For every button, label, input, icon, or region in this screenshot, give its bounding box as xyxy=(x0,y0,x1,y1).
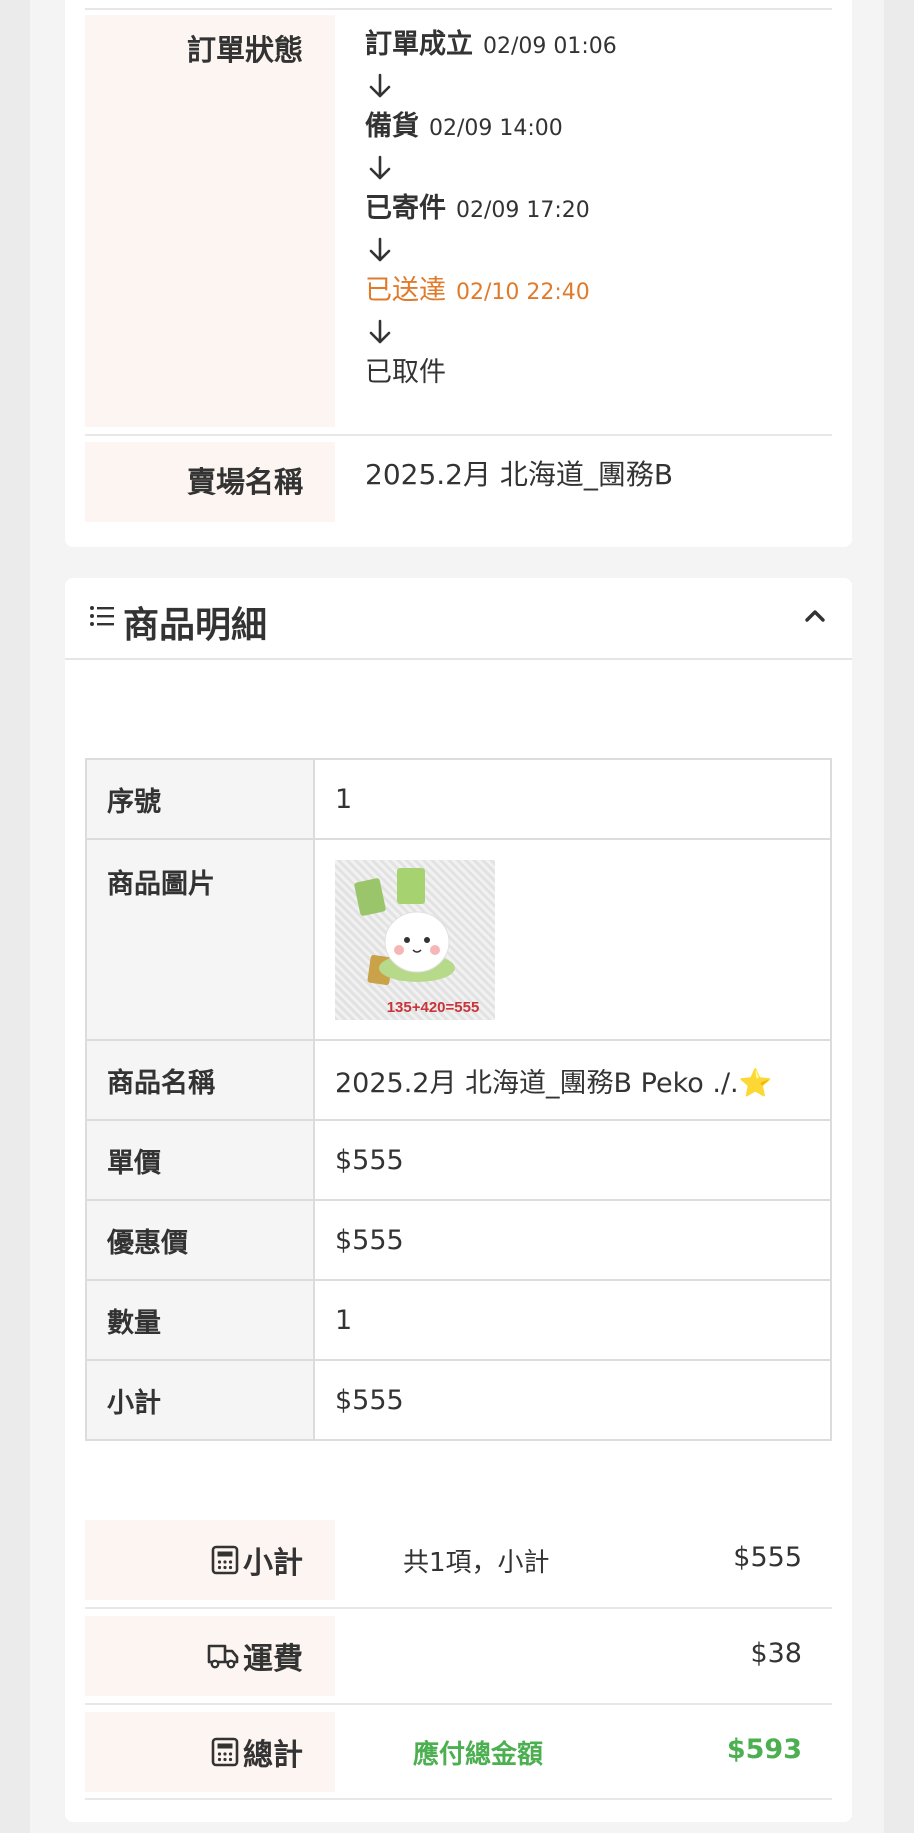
product-details-header[interactable]: 商品明細 xyxy=(65,578,852,660)
summary-subtotal-desc: 共1項，小計 xyxy=(403,1548,550,1578)
summary-subtotal-label: 小計 xyxy=(85,1520,335,1600)
image-label: 商品圖片 xyxy=(85,838,315,1041)
image-cell: 135+420=555 xyxy=(313,838,832,1041)
unit-price-value: $555 xyxy=(313,1119,832,1201)
product-name-value: 2025.2月 北海道_團務B Peko ./.⭐ xyxy=(313,1039,832,1121)
chevron-up-icon[interactable] xyxy=(804,608,826,628)
summary-total-desc: 應付總金額 xyxy=(413,1740,544,1770)
table-row: 序號 1 xyxy=(85,758,832,840)
arrow-down-icon xyxy=(365,60,617,112)
summary-label-text: 運費 xyxy=(243,1642,303,1677)
product-image-caption: 135+420=555 xyxy=(387,999,480,1016)
status-step-time: 02/09 01:06 xyxy=(483,34,617,59)
product-details-card: 商品明細 序號 1 商品圖片 135+420=555 商品名稱 2025.2月 … xyxy=(65,578,852,1822)
quantity-label: 數量 xyxy=(85,1279,315,1361)
status-step-shipped: 已寄件 02/09 17:20 xyxy=(365,194,617,224)
status-step-preparing: 備貨 02/09 14:00 xyxy=(365,112,617,142)
divider xyxy=(85,1703,832,1705)
table-row: 小計 $555 xyxy=(85,1359,832,1441)
product-photo: 135+420=555 xyxy=(354,868,480,1016)
product-name-label: 商品名稱 xyxy=(85,1039,315,1121)
summary-label-text: 總計 xyxy=(243,1738,303,1773)
divider xyxy=(85,434,832,436)
order-info-card: 訂單狀態 訂單成立 02/09 01:06 備貨 02/09 14:00 已寄件… xyxy=(65,0,852,547)
arrow-down-icon xyxy=(365,224,617,276)
calculator-icon xyxy=(211,1737,239,1767)
arrow-down-icon xyxy=(365,142,617,194)
table-row: 商品名稱 2025.2月 北海道_團務B Peko ./.⭐ xyxy=(85,1039,832,1121)
status-step-name: 備貨 xyxy=(365,111,419,142)
summary-shipping-label: 運費 xyxy=(85,1616,335,1696)
status-step-picked-up: 已取件 xyxy=(365,358,617,388)
seq-label: 序號 xyxy=(85,758,315,840)
arrow-down-icon xyxy=(365,306,617,358)
status-step-time: 02/09 14:00 xyxy=(429,116,563,141)
store-name-value: 2025.2月 北海道_團務B xyxy=(365,458,674,491)
status-step-name: 已取件 xyxy=(365,357,446,388)
order-status-label: 訂單狀態 xyxy=(85,15,335,427)
discount-price-label: 優惠價 xyxy=(85,1199,315,1281)
summary-total-amount: $593 xyxy=(726,1734,802,1765)
subtotal-label: 小計 xyxy=(85,1359,315,1441)
divider xyxy=(85,1607,832,1609)
divider xyxy=(85,1798,832,1800)
divider xyxy=(85,8,832,10)
status-step-delivered: 已送達 02/10 22:40 xyxy=(365,276,617,306)
table-row: 單價 $555 xyxy=(85,1119,832,1201)
order-status-timeline: 訂單成立 02/09 01:06 備貨 02/09 14:00 已寄件 02/0… xyxy=(365,30,617,388)
summary-shipping-amount: $38 xyxy=(750,1638,802,1669)
summary-subtotal-amount: $555 xyxy=(733,1542,802,1573)
status-step-name: 訂單成立 xyxy=(365,29,473,60)
product-table: 序號 1 商品圖片 135+420=555 商品名稱 2025.2月 北海道_團… xyxy=(85,758,832,1441)
table-row: 商品圖片 135+420=555 xyxy=(85,838,832,1041)
status-step-created: 訂單成立 02/09 01:06 xyxy=(365,30,617,60)
seq-value: 1 xyxy=(313,758,832,840)
table-row: 優惠價 $555 xyxy=(85,1199,832,1281)
quantity-value: 1 xyxy=(313,1279,832,1361)
status-step-time: 02/09 17:20 xyxy=(456,198,590,223)
status-step-name: 已送達 xyxy=(365,275,446,306)
unit-price-label: 單價 xyxy=(85,1119,315,1201)
product-image[interactable]: 135+420=555 xyxy=(335,860,495,1020)
summary-total-label: 總計 xyxy=(85,1712,335,1792)
status-step-name: 已寄件 xyxy=(365,193,446,224)
calculator-icon xyxy=(211,1545,239,1575)
truck-icon xyxy=(207,1644,239,1669)
product-details-title: 商品明細 xyxy=(123,605,268,646)
table-row: 數量 1 xyxy=(85,1279,832,1361)
store-name-label: 賣場名稱 xyxy=(85,442,335,522)
summary-label-text: 小計 xyxy=(243,1546,303,1581)
subtotal-value: $555 xyxy=(313,1359,832,1441)
discount-price-value: $555 xyxy=(313,1199,832,1281)
status-step-time: 02/10 22:40 xyxy=(456,280,590,305)
list-icon xyxy=(89,604,115,632)
